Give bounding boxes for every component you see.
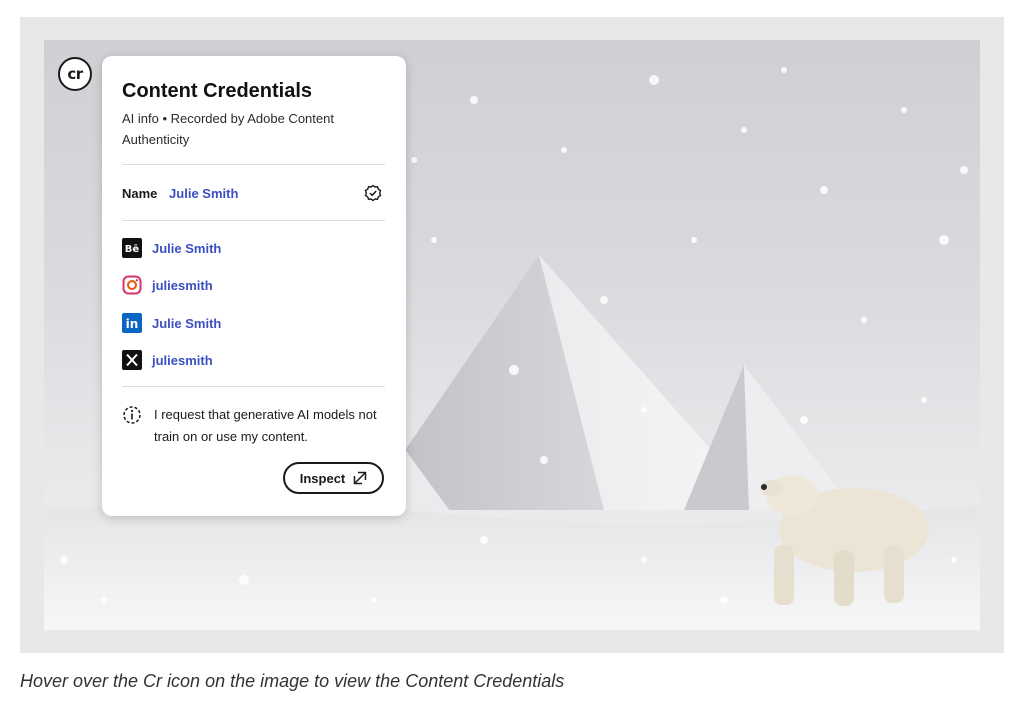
x-icon xyxy=(122,350,142,370)
svg-text:Bē: Bē xyxy=(125,244,140,255)
behance-icon: Bē xyxy=(122,238,142,258)
card-subtitle: AI info • Recorded by Adobe Content Auth… xyxy=(122,111,334,147)
cr-label: cr xyxy=(67,65,83,83)
instagram-icon xyxy=(122,275,142,295)
social-link-x[interactable]: juliesmith xyxy=(122,350,213,370)
image-caption: Hover over the Cr icon on the image to v… xyxy=(20,671,565,691)
inspect-button[interactable]: Inspect xyxy=(283,462,384,494)
name-row: Name Julie Smith xyxy=(122,186,238,201)
divider xyxy=(122,164,385,165)
linkedin-icon: in xyxy=(122,313,142,333)
content-credentials-cr-icon[interactable]: cr xyxy=(58,57,92,91)
svg-text:in: in xyxy=(126,317,139,331)
content-credentials-card: Content Credentials AI info • Recorded b… xyxy=(102,56,406,516)
social-label: juliesmith xyxy=(152,277,213,293)
social-link-instagram[interactable]: juliesmith xyxy=(122,275,213,295)
name-value-link[interactable]: Julie Smith xyxy=(169,186,238,201)
name-label: Name xyxy=(122,186,158,201)
social-link-linkedin[interactable]: in Julie Smith xyxy=(122,313,221,333)
social-label: Julie Smith xyxy=(152,240,222,256)
social-label: juliesmith xyxy=(152,352,213,368)
polar-bear xyxy=(760,475,929,606)
notice-text: I request that generative AI models not … xyxy=(154,407,377,444)
ai-training-notice: I request that generative AI models not … xyxy=(122,404,382,448)
open-external-icon xyxy=(354,471,367,485)
social-link-behance[interactable]: Bē Julie Smith xyxy=(122,238,221,258)
card-title: Content Credentials xyxy=(122,80,313,102)
social-label: Julie Smith xyxy=(152,315,222,331)
info-icon xyxy=(123,406,141,424)
divider xyxy=(122,386,385,387)
divider xyxy=(122,220,385,221)
verified-badge-icon xyxy=(364,184,382,202)
inspect-label: Inspect xyxy=(299,470,346,486)
